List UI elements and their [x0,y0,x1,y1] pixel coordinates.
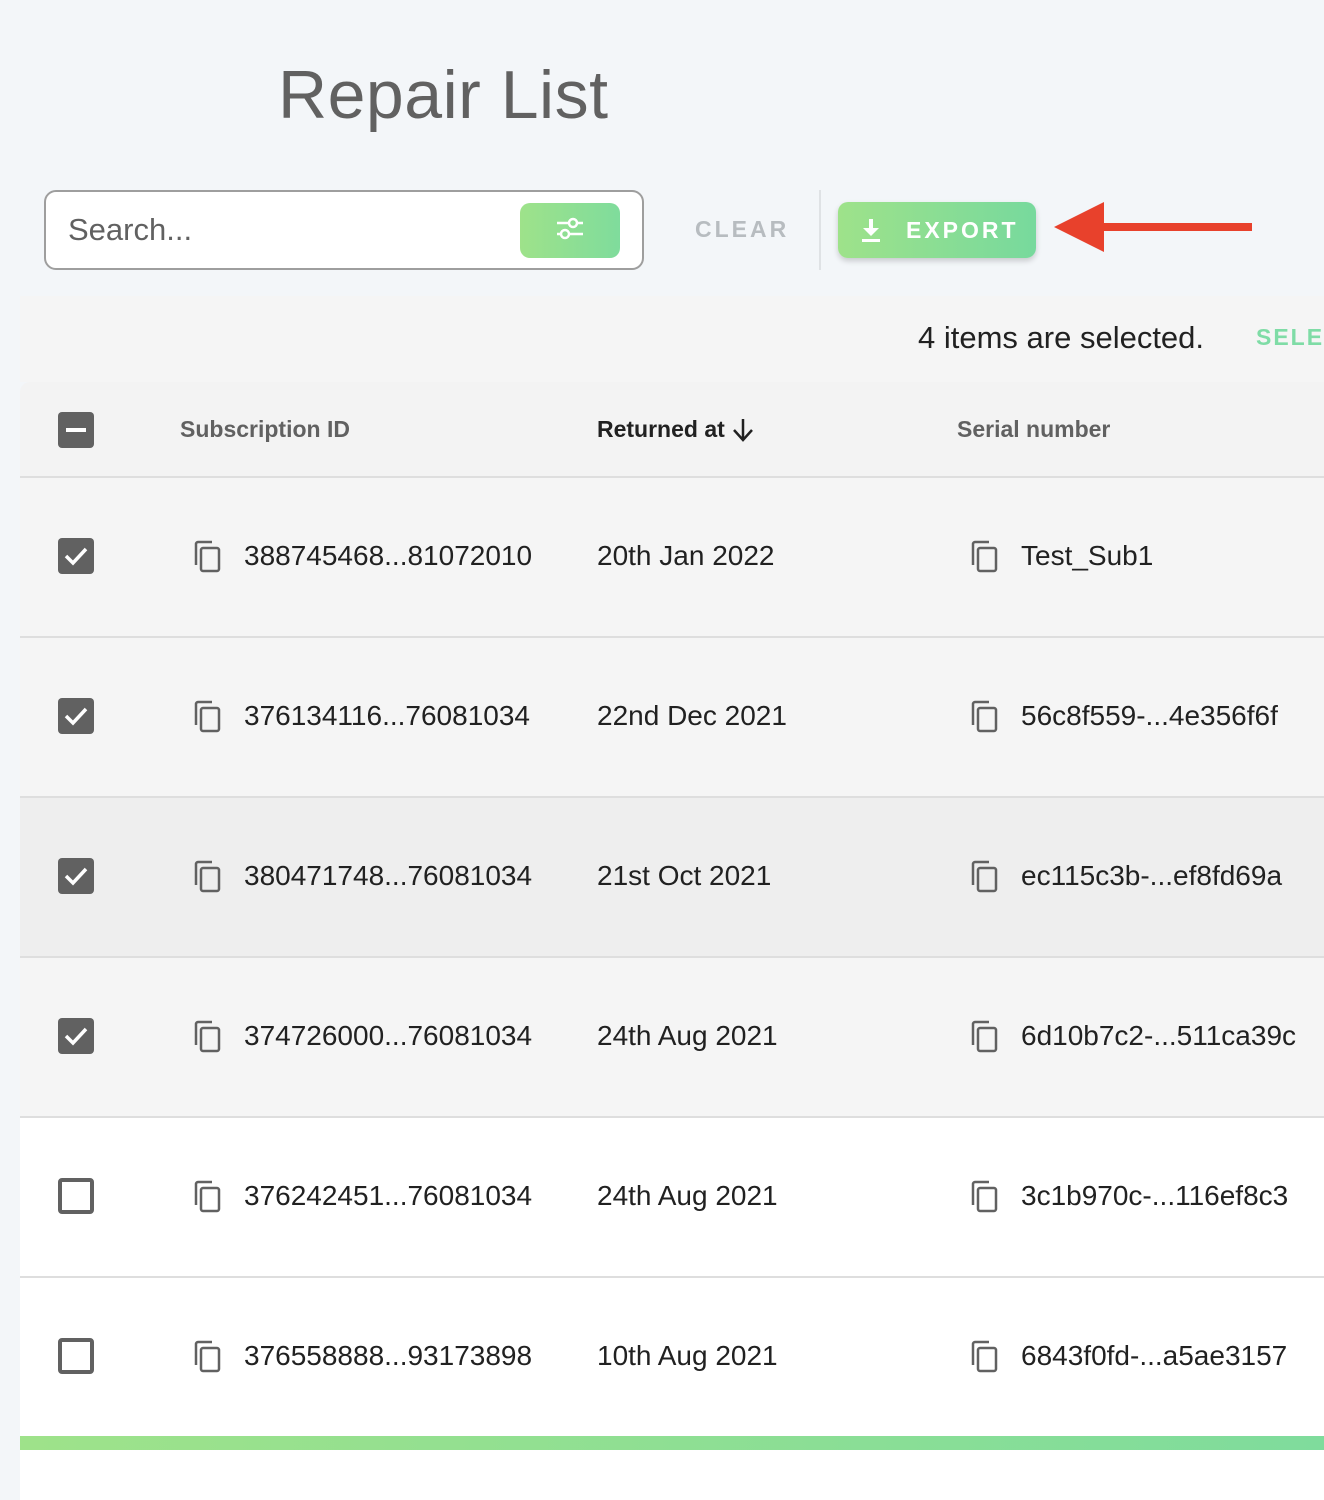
clear-button[interactable]: CLEAR [695,216,789,243]
copy-icon[interactable] [192,1180,222,1219]
export-button[interactable]: EXPORT [838,202,1036,258]
table-row[interactable]: 376558888...93173898 10th Aug 2021 6843f0f… [20,1278,1324,1438]
copy-icon[interactable] [969,860,999,899]
header-subscription-id[interactable]: Subscription ID [180,416,350,443]
cell-subscription-id: 376134116...76081034 [244,700,530,731]
cell-subscription-id: 374726000...76081034 [244,1020,533,1051]
select-all-checkbox[interactable] [58,412,94,448]
row-checkbox[interactable] [58,1338,94,1374]
copy-icon[interactable] [969,1020,999,1059]
cell-returned-at: 22nd Dec 2021 [597,700,787,731]
cell-returned-at: 24th Aug 2021 [597,1020,778,1051]
cell-returned-at: 21st Oct 2021 [597,860,772,891]
copy-icon[interactable] [192,1340,222,1379]
search-box [44,190,644,270]
cell-returned-at: 24th Aug 2021 [597,1180,778,1211]
header-serial-number[interactable]: Serial number [957,416,1110,443]
table-row[interactable]: 376134116...76081034 22nd Dec 2021 56c8f55… [20,638,1324,798]
cell-serial-number: 3c1b970c-...116ef8c3 [1021,1180,1289,1211]
page-title: Repair List [278,57,609,133]
row-checkbox[interactable] [58,538,94,574]
cell-returned-at: 20th Jan 2022 [597,540,775,571]
cell-serial-number: 6d10b7c2-...511ca39c [1021,1020,1297,1051]
table-row[interactable]: 374726000...76081034 24th Aug 2021 6d10b7c… [20,958,1324,1118]
table-footer-bar [20,1436,1324,1450]
table-footer [20,1450,1324,1500]
export-label: EXPORT [906,216,1019,243]
copy-icon[interactable] [192,700,222,739]
filter-button[interactable] [520,203,620,258]
cell-returned-at: 10th Aug 2021 [597,1340,778,1371]
row-checkbox[interactable] [58,1018,94,1054]
table-row[interactable]: 388745468...81072010 20th Jan 2022 Test_Su… [20,478,1324,638]
cell-subscription-id: 376558888...93173898 [244,1340,533,1371]
cell-serial-number: 6843f0fd-...a5ae3157 [1021,1340,1288,1371]
cell-serial-number: 56c8f559-...4e356f6f [1021,700,1278,731]
row-checkbox[interactable] [58,858,94,894]
cell-subscription-id: 376242451...76081034 [244,1180,533,1211]
copy-icon[interactable] [969,1340,999,1379]
toolbar-divider [819,190,821,270]
selection-count: 4 items are selected. [918,320,1205,355]
copy-icon[interactable] [192,860,222,899]
copy-icon[interactable] [192,540,222,579]
copy-icon[interactable] [969,700,999,739]
table-row[interactable]: 376242451...76081034 24th Aug 2021 3c1b970… [20,1118,1324,1278]
copy-icon[interactable] [969,1180,999,1219]
select-all-button[interactable]: SELEC [1256,324,1324,351]
cell-serial-number: Test_Sub1 [1021,540,1154,571]
arrow-down-icon [731,417,755,443]
search-input[interactable] [68,208,508,252]
copy-icon[interactable] [192,1020,222,1059]
header-returned-at[interactable]: Returned at [597,416,755,443]
cell-subscription-id: 380471748...76081034 [244,860,533,891]
download-icon [860,217,882,243]
cell-subscription-id: 388745468...81072010 [244,540,533,571]
cell-serial-number: ec115c3b-...ef8fd69a [1021,860,1283,891]
table-header: Subscription ID Returned at Serial numbe… [20,382,1324,478]
table-body: 388745468...81072010 20th Jan 2022 Test_Su… [20,478,1324,1438]
sliders-icon [555,215,585,246]
table-row[interactable]: 380471748...76081034 21st Oct 2021 ec115c3… [20,798,1324,958]
annotation-arrow-icon [1054,202,1252,252]
copy-icon[interactable] [969,540,999,579]
header-returned-at-label: Returned at [597,416,725,442]
repair-table: Subscription ID Returned at Serial numbe… [20,382,1324,1438]
row-checkbox[interactable] [58,1178,94,1214]
row-checkbox[interactable] [58,698,94,734]
